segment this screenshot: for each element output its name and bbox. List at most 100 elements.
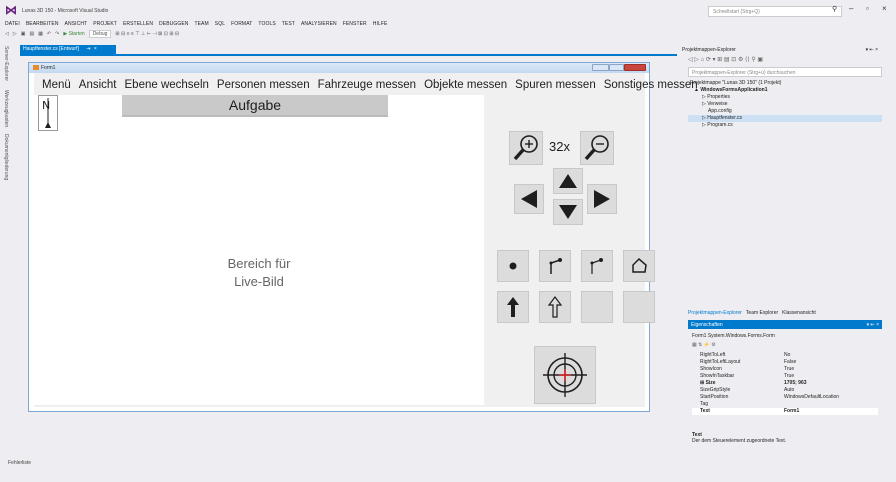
crosshair-button[interactable] — [534, 346, 596, 404]
property-row[interactable]: Tag — [692, 401, 878, 408]
tree-item-properties[interactable]: ▷ Properties — [688, 94, 882, 101]
menu-test[interactable]: TEST — [282, 21, 295, 27]
se-toolbar-icons[interactable]: ◁ ▷ ⌂ ⟳ ▾ ⊞ ▤ ⊡ ⚙ ⟨⟩ ⚲ ▣ — [688, 57, 763, 63]
undo-icon[interactable]: ↶ — [47, 31, 51, 37]
tab-server-explorer[interactable]: Server-Explorer — [3, 46, 9, 81]
close-icon[interactable]: × — [882, 4, 887, 13]
solution-explorer-header: Projektmappen-Explorer ▾ ⇤ × — [682, 45, 882, 54]
property-row[interactable]: ShowInTaskbar True — [692, 373, 878, 380]
forward-icon[interactable]: ▷ — [13, 31, 17, 37]
property-row[interactable]: RightToLeft No — [692, 352, 878, 359]
property-row[interactable]: SizeGripStyle Auto — [692, 387, 878, 394]
tab-team-explorer[interactable]: Team Explorer — [746, 310, 778, 316]
form-menu-sonstiges-messen[interactable]: Sonstiges messen — [604, 79, 698, 91]
form-menu-ebene-wechseln[interactable]: Ebene wechseln — [125, 79, 209, 91]
open-icon[interactable]: ▤ — [29, 31, 34, 37]
line-tool-button[interactable] — [539, 250, 571, 282]
save-icon[interactable]: ▦ — [38, 31, 43, 37]
pan-down-button[interactable] — [553, 199, 583, 225]
live-label-line2: Live-Bild — [234, 274, 284, 289]
form-menu-personen-messen[interactable]: Personen messen — [217, 79, 310, 91]
arrow-up-outline-button[interactable] — [539, 291, 571, 323]
configuration-select[interactable]: Debug — [88, 30, 112, 38]
tab-klassenansicht[interactable]: Klassenansicht — [782, 310, 816, 316]
pin-icon[interactable]: ⇥ — [86, 46, 90, 52]
new-project-icon[interactable]: ▣ — [21, 31, 26, 37]
solution-explorer-search-input[interactable]: Projektmappen-Explorer (Strg+ü) durchsuc… — [688, 67, 882, 77]
quick-launch-input[interactable]: Schnellstart (Strg+Q) — [708, 6, 842, 17]
property-row[interactable]: ShowIcon True — [692, 366, 878, 373]
live-label-line1: Bereich für — [227, 256, 291, 271]
pan-right-button[interactable] — [587, 184, 617, 214]
menu-tools[interactable]: TOOLS — [258, 21, 275, 27]
property-row[interactable]: StartPosition WindowsDefaultLocation — [692, 394, 878, 401]
property-row-selected[interactable]: Text Form1 — [692, 408, 878, 415]
menu-projekt[interactable]: PROJEKT — [93, 21, 117, 27]
property-row[interactable]: RightToLeftLayout False — [692, 359, 878, 366]
live-image-label: Bereich für Live-Bild — [34, 255, 484, 291]
tab-close-icon[interactable]: × — [94, 46, 97, 52]
menu-sql[interactable]: SQL — [215, 21, 225, 27]
menu-ansicht[interactable]: ANSICHT — [65, 21, 88, 27]
menu-debuggen[interactable]: DEBUGGEN — [159, 21, 188, 27]
pan-left-button[interactable] — [514, 184, 544, 214]
property-description-text: Der dem Steuerelement zugeordnete Text. — [692, 438, 787, 444]
form-menu-menu[interactable]: Menü — [42, 79, 71, 91]
start-button[interactable]: ▶ Starten — [63, 31, 84, 37]
form-menu-spuren-messen[interactable]: Spuren messen — [515, 79, 596, 91]
form-maximize-icon[interactable] — [609, 64, 624, 71]
format-icons: ⊞ ⊟ ≡ ≡ ⊤ ⊥ ⊢ ⊣ ⊠ ⊡ ⊞ ⊟ — [115, 31, 180, 37]
minimize-icon[interactable]: – — [849, 4, 853, 13]
tree-item-hauptfenster[interactable]: ▷ Hauptfenster.cs — [688, 115, 882, 122]
panel-options-icon[interactable]: ▾ ⇤ × — [866, 47, 878, 53]
menu-team[interactable]: TEAM — [194, 21, 208, 27]
redo-icon[interactable]: ↷ — [55, 31, 59, 37]
tree-item-verweise[interactable]: ▷ Verweise — [688, 101, 882, 108]
menu-hilfe[interactable]: HILFE — [373, 21, 388, 27]
search-icon[interactable]: ⚲ — [832, 5, 837, 13]
tab-werkzeugkasten[interactable]: Werkzeugkasten — [3, 90, 9, 127]
document-tab[interactable]: Hauptfenster.cs [Entwurf] ⇥ × — [20, 45, 116, 54]
properties-options-icon[interactable]: ▾ ⇤ × — [867, 322, 879, 328]
tree-item-project[interactable]: ▲ WindowsFormsApplication1 — [688, 87, 882, 94]
tree-item-solution[interactable]: Projektmappe "Lunas 3D 150" (1 Projekt) — [688, 80, 882, 87]
form-menu-fahrzeuge-messen[interactable]: Fahrzeuge messen — [318, 79, 416, 91]
empty-tool-button-1[interactable] — [581, 291, 613, 323]
menu-erstellen[interactable]: ERSTELLEN — [123, 21, 153, 27]
zoom-in-button[interactable] — [509, 131, 543, 165]
menu-fenster[interactable]: FENSTER — [343, 21, 367, 27]
tree-item-program[interactable]: ▷ Program.cs — [688, 122, 882, 129]
menu-analysieren[interactable]: ANALYSIEREN — [301, 21, 337, 27]
live-image-area[interactable]: Bereich für Live-Bild — [34, 95, 484, 405]
pan-up-button[interactable] — [553, 168, 583, 194]
properties-object-selector[interactable]: Form1 System.Windows.Forms.Form — [692, 333, 775, 339]
left-tool-strip: Server-Explorer Werkzeugkasten Dokumentg… — [0, 42, 16, 462]
polyline-tool-button[interactable] — [581, 250, 613, 282]
error-list-tab[interactable]: Fehlerliste — [8, 460, 31, 466]
tab-dokumentgliederung[interactable]: Dokumentgliederung — [3, 134, 9, 180]
form-close-icon[interactable] — [624, 64, 646, 71]
property-row[interactable]: ⊞ Size 1705; 963 — [692, 380, 878, 387]
empty-tool-button-2[interactable] — [623, 291, 655, 323]
properties-toolbar-icons[interactable]: ▦ ⇅ ⚡ ⚙ — [692, 342, 716, 348]
properties-header: Eigenschaften ▾ ⇤ × — [688, 320, 882, 329]
zoom-level: 32x — [549, 139, 570, 154]
form-menu-ansicht[interactable]: Ansicht — [79, 79, 117, 91]
maximize-icon[interactable]: ▫ — [866, 4, 869, 13]
menu-bearbeiten[interactable]: BEARBEITEN — [26, 21, 59, 27]
point-tool-button[interactable] — [497, 250, 529, 282]
form-title: Form1 — [41, 65, 56, 71]
polygon-tool-button[interactable] — [623, 250, 655, 282]
zoom-out-button[interactable] — [580, 131, 614, 165]
tree-item-app-config[interactable]: App.config — [688, 108, 882, 115]
form-minimize-icon[interactable] — [592, 64, 609, 71]
toolbar: ◁ ▷ ▣ ▤ ▦ ↶ ↷ ▶ Starten Debug ⊞ ⊟ ≡ ≡ ⊤ … — [5, 29, 183, 39]
form-client-area: Menü Ansicht Ebene wechseln Personen mes… — [34, 73, 698, 407]
form-window[interactable]: Form1 Menü Ansicht Ebene wechseln Person… — [28, 62, 698, 412]
menu-datei[interactable]: DATEI — [5, 21, 20, 27]
menu-format[interactable]: FORMAT — [231, 21, 252, 27]
tab-projektmappen-explorer[interactable]: Projektmappen-Explorer — [688, 310, 742, 316]
arrow-up-filled-button[interactable] — [497, 291, 529, 323]
form-menu-objekte-messen[interactable]: Objekte messen — [424, 79, 507, 91]
back-icon[interactable]: ◁ — [5, 31, 9, 37]
